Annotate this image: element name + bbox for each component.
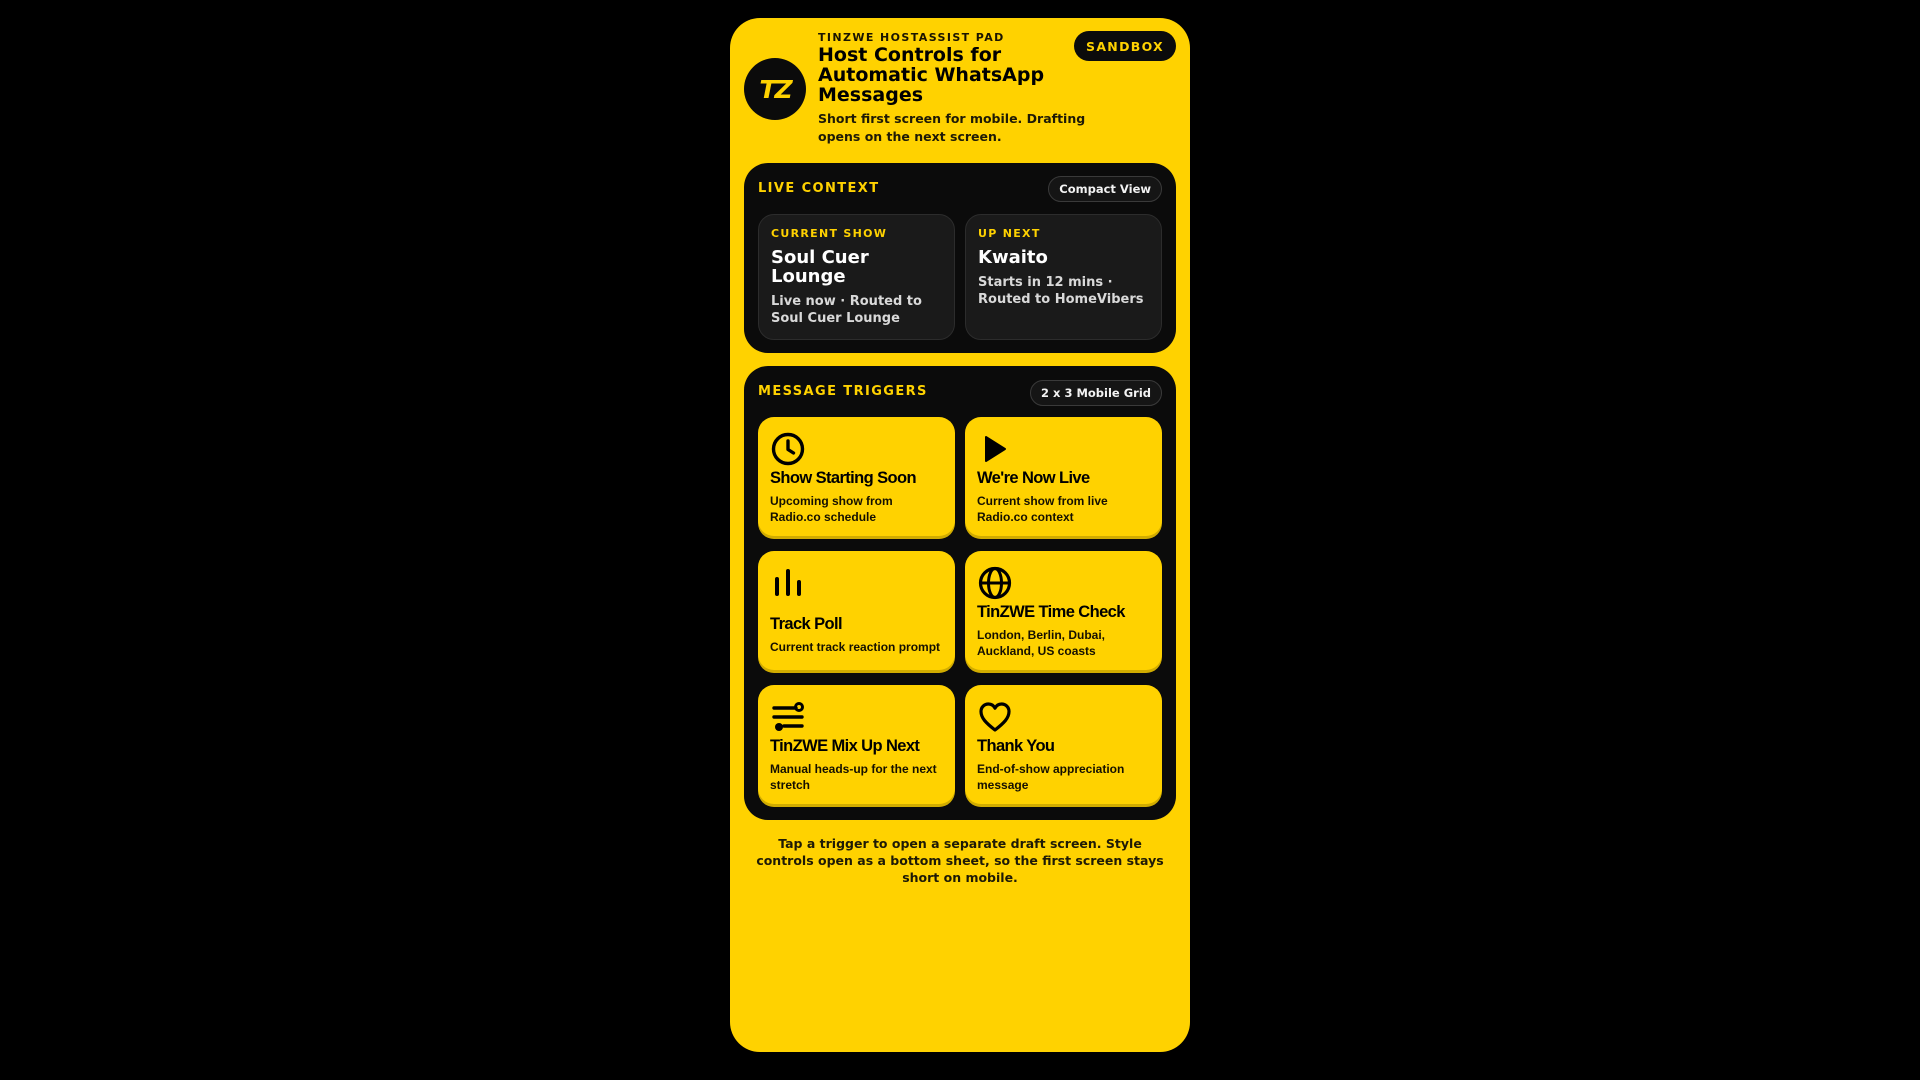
trigger-description: London, Berlin, Dubai, Auckland, US coas… bbox=[977, 628, 1105, 658]
logo-text: TZ bbox=[759, 74, 792, 104]
heart-icon bbox=[979, 702, 1011, 732]
footer-note: Tap a trigger to open a separate draft s… bbox=[756, 836, 1164, 885]
mix-lines-icon bbox=[772, 702, 804, 731]
trigger-time-check[interactable]: TinZWE Time Check London, Berlin, Dubai,… bbox=[965, 551, 1162, 673]
current-show-description: Live now · Routed to Soul Cuer Lounge bbox=[771, 294, 922, 326]
current-show-title: Soul Cuer Lounge bbox=[771, 247, 869, 287]
trigger-description: Upcoming show from Radio.co schedule bbox=[770, 494, 893, 524]
up-next-label: UP NEXT bbox=[978, 227, 1041, 240]
message-triggers-panel: MESSAGE TRIGGERS 2 x 3 Mobile Grid Show … bbox=[744, 366, 1176, 820]
bar-chart-icon bbox=[775, 569, 801, 596]
page-title: Host Controls for Automatic WhatsApp Mes… bbox=[818, 44, 1045, 106]
message-triggers-heading: MESSAGE TRIGGERS bbox=[758, 384, 928, 399]
current-show-card[interactable]: CURRENT SHOW Soul Cuer Lounge Live now ·… bbox=[758, 214, 955, 340]
trigger-title: TinZWE Mix Up Next bbox=[770, 737, 920, 755]
trigger-description: Current show from live Radio.co context bbox=[977, 494, 1108, 524]
icon-spacer bbox=[770, 601, 943, 613]
sandbox-badge-button[interactable]: SANDBOX bbox=[1074, 31, 1176, 61]
trigger-mix-up-next[interactable]: TinZWE Mix Up Next Manual heads-up for t… bbox=[758, 685, 955, 807]
trigger-description: End-of-show appreciation message bbox=[977, 762, 1125, 792]
trigger-title: TinZWE Time Check bbox=[977, 603, 1125, 621]
trigger-now-live[interactable]: We're Now Live Current show from live Ra… bbox=[965, 417, 1162, 539]
trigger-thank-you[interactable]: Thank You End-of-show appreciation messa… bbox=[965, 685, 1162, 807]
grid-layout-button[interactable]: 2 x 3 Mobile Grid bbox=[1030, 380, 1162, 406]
live-context-heading: LIVE CONTEXT bbox=[758, 181, 880, 196]
trigger-track-poll[interactable]: Track Poll Current track reaction prompt bbox=[758, 551, 955, 673]
live-context-panel: LIVE CONTEXT Compact View CURRENT SHOW S… bbox=[744, 163, 1176, 353]
play-icon bbox=[985, 436, 1006, 462]
up-next-card[interactable]: UP NEXT Kwaito Starts in 12 mins · Route… bbox=[965, 214, 1162, 340]
up-next-description: Starts in 12 mins · Routed to HomeVibers bbox=[978, 275, 1144, 307]
trigger-title: Show Starting Soon bbox=[770, 469, 917, 487]
page-subtitle: Short first screen for mobile. Drafting … bbox=[818, 111, 1086, 144]
current-show-label: CURRENT SHOW bbox=[771, 227, 888, 240]
trigger-description: Manual heads-up for the next stretch bbox=[770, 762, 937, 792]
trigger-title: Thank You bbox=[977, 737, 1055, 755]
trigger-title: Track Poll bbox=[770, 615, 843, 633]
trigger-show-starting-soon[interactable]: Show Starting Soon Upcoming show from Ra… bbox=[758, 417, 955, 539]
clock-icon bbox=[771, 432, 805, 466]
compact-view-button[interactable]: Compact View bbox=[1048, 176, 1162, 202]
globe-icon bbox=[978, 566, 1012, 600]
app-eyebrow: TINZWE HOSTASSIST PAD bbox=[818, 31, 1005, 44]
up-next-title: Kwaito bbox=[978, 247, 1048, 268]
app-screen: TZ TINZWE HOSTASSIST PAD Host Controls f… bbox=[730, 18, 1190, 1052]
logo-badge: TZ bbox=[744, 58, 806, 120]
trigger-title: We're Now Live bbox=[977, 469, 1090, 487]
trigger-description: Current track reaction prompt bbox=[770, 640, 941, 654]
